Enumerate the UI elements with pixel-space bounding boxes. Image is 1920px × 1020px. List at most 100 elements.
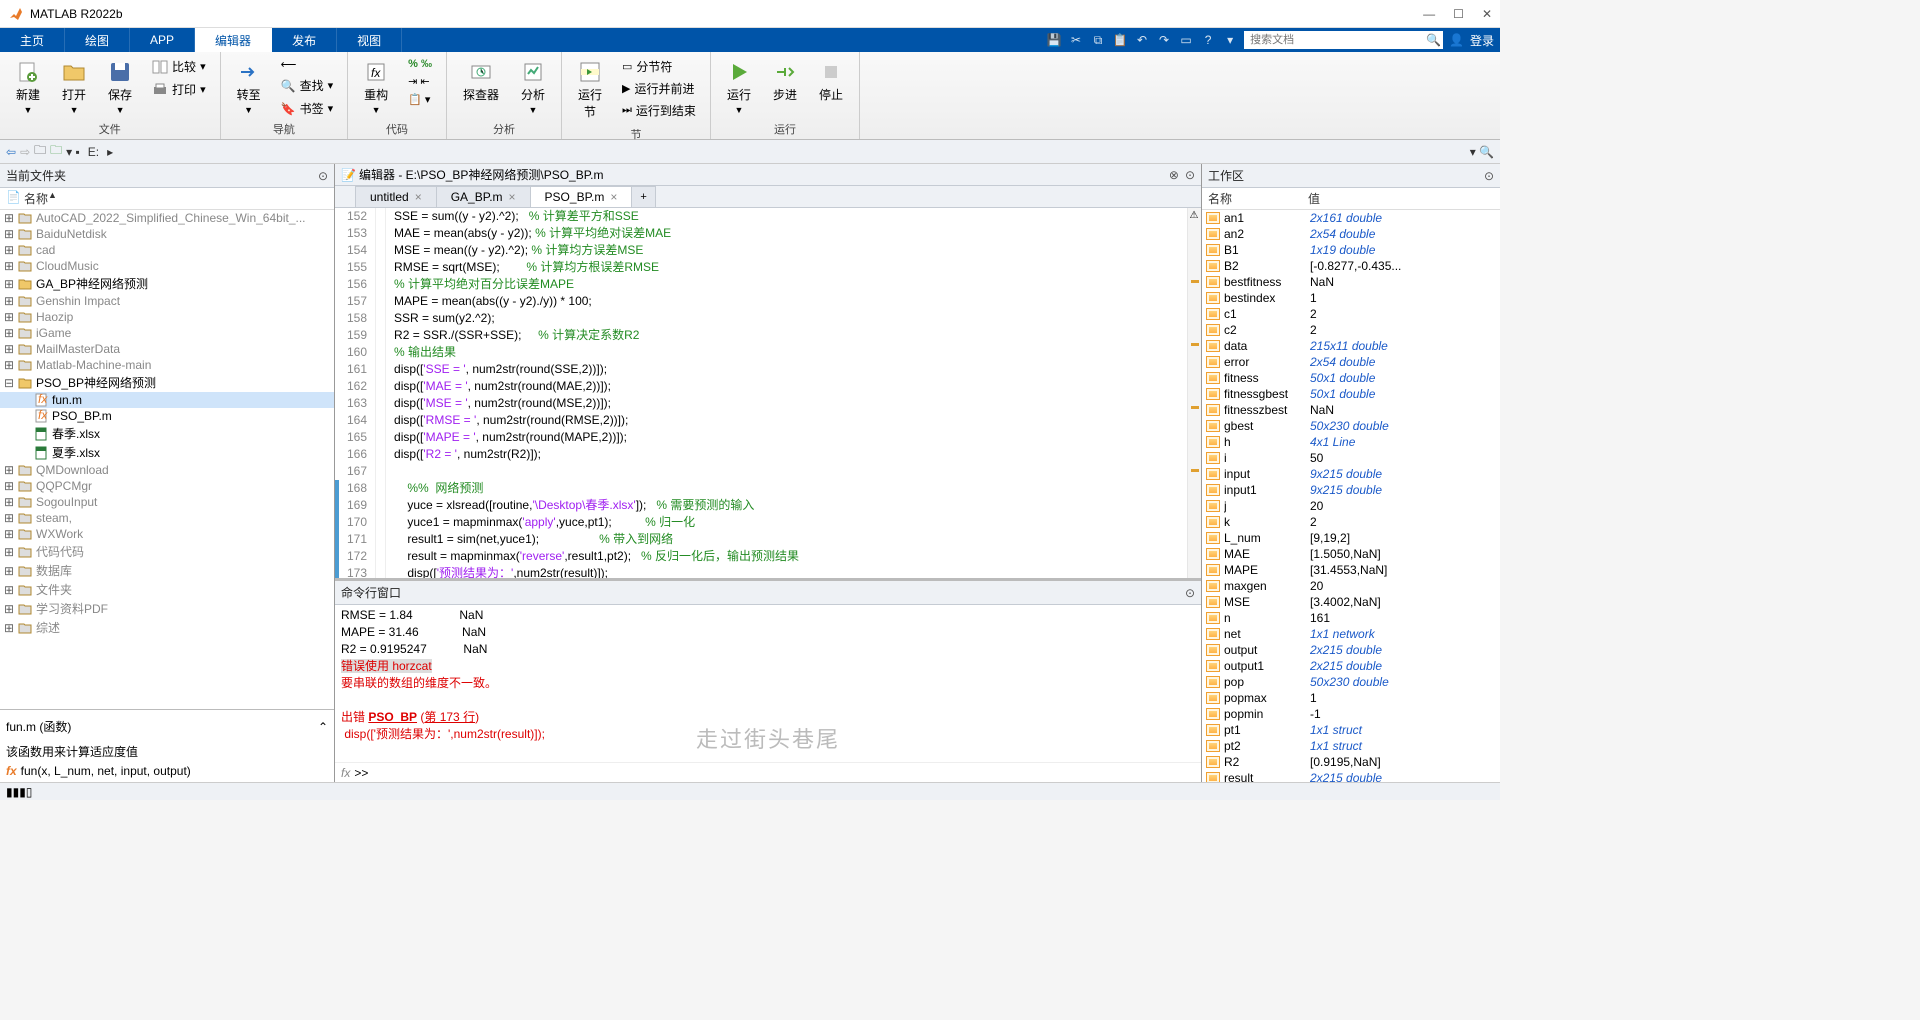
- ws-col-name[interactable]: 名称: [1208, 190, 1308, 207]
- workspace-var[interactable]: bestindex1: [1202, 290, 1500, 306]
- workspace-var[interactable]: MSE[3.4002,NaN]: [1202, 594, 1500, 610]
- file-tree-item[interactable]: ⊞Genshin Impact: [0, 293, 334, 309]
- menu-tab-5[interactable]: 视图: [337, 28, 402, 52]
- editor-menu-icon[interactable]: ⊙: [1185, 168, 1195, 182]
- workspace-var[interactable]: pt11x1 struct: [1202, 722, 1500, 738]
- tab-close-icon[interactable]: ×: [509, 190, 516, 204]
- workspace-var[interactable]: result2x215 double: [1202, 770, 1500, 782]
- login-link[interactable]: 登录: [1470, 32, 1494, 49]
- workspace-var[interactable]: fitnessgbest50x1 double: [1202, 386, 1500, 402]
- find-button[interactable]: 🔍查找 ▾: [277, 75, 338, 96]
- redo-icon[interactable]: ↷: [1156, 32, 1172, 48]
- file-tree-item[interactable]: ⊟PSO_BP神经网络预测: [0, 373, 334, 392]
- workspace-var[interactable]: i50: [1202, 450, 1500, 466]
- file-tree-item[interactable]: ⊞BaiduNetdisk: [0, 226, 334, 242]
- layout-icon[interactable]: ▭: [1178, 32, 1194, 48]
- editor-tab[interactable]: PSO_BP.m×: [530, 186, 633, 207]
- file-tree-item[interactable]: ⊞WXWork: [0, 526, 334, 542]
- file-tree-item[interactable]: ⊞GA_BP神经网络预测: [0, 274, 334, 293]
- maximize-button[interactable]: ☐: [1453, 7, 1464, 21]
- file-tree-item[interactable]: ⊞steam,: [0, 510, 334, 526]
- file-tree-item[interactable]: ⊞QMDownload: [0, 462, 334, 478]
- file-tree-item[interactable]: ⊞文件夹: [0, 580, 334, 599]
- file-tree-item[interactable]: ⊞代码代码: [0, 542, 334, 561]
- workspace-var[interactable]: L_num[9,19,2]: [1202, 530, 1500, 546]
- file-tree-item[interactable]: ⊞SogouInput: [0, 494, 334, 510]
- path-crumb[interactable]: E:: [84, 145, 103, 159]
- file-tree-item[interactable]: ⊞综述: [0, 618, 334, 637]
- help-icon[interactable]: ?: [1200, 32, 1216, 48]
- workspace-var[interactable]: popmin-1: [1202, 706, 1500, 722]
- menu-tab-2[interactable]: APP: [130, 28, 195, 52]
- ws-col-value[interactable]: 值: [1308, 190, 1320, 207]
- file-tree-item[interactable]: ⊞cad: [0, 242, 334, 258]
- workspace-var[interactable]: c22: [1202, 322, 1500, 338]
- code-pct-button[interactable]: % ‰: [404, 56, 436, 72]
- file-tree-item[interactable]: ⊞学习资料PDF: [0, 599, 334, 618]
- editor-close-icon[interactable]: ⊗: [1169, 168, 1179, 182]
- fx-icon[interactable]: fx: [341, 766, 350, 780]
- search-input[interactable]: [1246, 31, 1426, 49]
- cmd-menu-icon[interactable]: ⊙: [1185, 586, 1195, 600]
- details-collapse-icon[interactable]: ⌃: [318, 720, 328, 734]
- file-tree-item[interactable]: ⊞Haozip: [0, 309, 334, 325]
- editor-tab[interactable]: untitled×: [355, 186, 437, 207]
- workspace-var[interactable]: input19x215 double: [1202, 482, 1500, 498]
- indent-auto-button[interactable]: 📋 ▾: [404, 91, 436, 108]
- back-icon[interactable]: ⇦: [6, 145, 16, 159]
- warn-marker[interactable]: [1191, 469, 1199, 472]
- compare-button[interactable]: 比较 ▾: [148, 56, 210, 77]
- workspace-var[interactable]: net1x1 network: [1202, 626, 1500, 642]
- menu-tab-0[interactable]: 主页: [0, 28, 65, 52]
- file-tree-item[interactable]: 春季.xlsx: [0, 424, 334, 443]
- path-dropdown-icon[interactable]: ▾ 🔍: [1470, 145, 1494, 159]
- browse-icon[interactable]: 🗀: [50, 141, 62, 162]
- analyzer-button[interactable]: 探查器: [457, 56, 505, 119]
- workspace-var[interactable]: popmax1: [1202, 690, 1500, 706]
- menu-tab-3[interactable]: 编辑器: [195, 28, 272, 52]
- file-tree-item[interactable]: fxPSO_BP.m: [0, 408, 334, 424]
- editor-tab[interactable]: GA_BP.m×: [436, 186, 531, 207]
- file-tree-item[interactable]: 夏季.xlsx: [0, 443, 334, 462]
- open-button[interactable]: 打开▼: [56, 56, 92, 119]
- workspace-var[interactable]: B11x19 double: [1202, 242, 1500, 258]
- file-tree-item[interactable]: ⊞QQPCMgr: [0, 478, 334, 494]
- indent-inc-button[interactable]: ⇥ ⇤: [404, 73, 436, 90]
- workspace-var[interactable]: n161: [1202, 610, 1500, 626]
- new-button[interactable]: 新建▼: [10, 56, 46, 119]
- workspace-var[interactable]: R2[0.9195,NaN]: [1202, 754, 1500, 770]
- close-button[interactable]: ✕: [1482, 7, 1492, 21]
- file-tree-item[interactable]: fxfun.m: [0, 392, 334, 408]
- copy-icon[interactable]: ⧉: [1090, 32, 1106, 48]
- minimize-button[interactable]: —: [1423, 7, 1435, 21]
- back-button[interactable]: ⟵: [277, 56, 338, 73]
- split-button[interactable]: ▭ 分节符: [618, 56, 700, 77]
- workspace-var[interactable]: maxgen20: [1202, 578, 1500, 594]
- user-icon[interactable]: 👤: [1449, 33, 1464, 47]
- workspace-var[interactable]: data215x11 double: [1202, 338, 1500, 354]
- stop-button[interactable]: 停止: [813, 56, 849, 119]
- warning-icon[interactable]: ⚠: [1190, 210, 1200, 220]
- file-tree-item[interactable]: ⊞iGame: [0, 325, 334, 341]
- workspace-var[interactable]: an12x161 double: [1202, 210, 1500, 226]
- workspace-var[interactable]: fitnesszbestNaN: [1202, 402, 1500, 418]
- workspace-var[interactable]: error2x54 double: [1202, 354, 1500, 370]
- ws-menu-icon[interactable]: ⊙: [1484, 169, 1494, 183]
- workspace-var[interactable]: pt21x1 struct: [1202, 738, 1500, 754]
- file-tree-item[interactable]: ⊞MailMasterData: [0, 341, 334, 357]
- file-tree-item[interactable]: ⊞AutoCAD_2022_Simplified_Chinese_Win_64b…: [0, 210, 334, 226]
- refactor-button[interactable]: fx重构▼: [358, 56, 394, 119]
- search-icon[interactable]: 🔍: [1426, 33, 1441, 47]
- command-window[interactable]: 走过街头巷尾 RMSE = 1.84 NaNMAPE = 31.46 NaNR2…: [335, 605, 1201, 762]
- paste-icon[interactable]: 📋: [1112, 32, 1128, 48]
- menu-tab-4[interactable]: 发布: [272, 28, 337, 52]
- workspace-var[interactable]: gbest50x230 double: [1202, 418, 1500, 434]
- workspace-var[interactable]: output12x215 double: [1202, 658, 1500, 674]
- workspace-var[interactable]: MAE[1.5050,NaN]: [1202, 546, 1500, 562]
- workspace-var[interactable]: j20: [1202, 498, 1500, 514]
- workspace-var[interactable]: c12: [1202, 306, 1500, 322]
- file-tree-item[interactable]: ⊞Matlab-Machine-main: [0, 357, 334, 373]
- file-tree-item[interactable]: ⊞CloudMusic: [0, 258, 334, 274]
- tab-close-icon[interactable]: ×: [415, 190, 422, 204]
- warn-marker[interactable]: [1191, 406, 1199, 409]
